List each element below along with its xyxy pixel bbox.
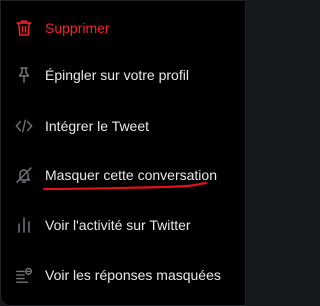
activity-icon (15, 216, 33, 234)
hidden-replies-icon (15, 266, 33, 284)
menu-item-label: Épingler sur votre profil (45, 67, 189, 83)
menu-item-pin-to-profile[interactable]: Épingler sur votre profil (0, 57, 246, 93)
pin-icon (15, 66, 33, 84)
menu-item-embed-tweet[interactable]: Intégrer le Tweet (0, 108, 246, 144)
menu-item-label: Supprimer (45, 20, 110, 36)
tweet-options-menu: Supprimer Épingler sur votre profil Inté… (0, 0, 246, 306)
menu-item-label: Voir les réponses masquées (45, 267, 221, 283)
red-underline-annotation (42, 181, 208, 191)
menu-item-view-hidden-replies[interactable]: Voir les réponses masquées (0, 257, 246, 293)
menu-item-label: Voir l'activité sur Twitter (45, 217, 191, 233)
mute-icon (15, 166, 33, 184)
menu-item-label: Intégrer le Tweet (45, 118, 150, 134)
menu-item-view-activity[interactable]: Voir l'activité sur Twitter (0, 207, 246, 243)
menu-item-delete[interactable]: Supprimer (0, 10, 246, 46)
code-icon (15, 117, 33, 135)
trash-icon (15, 19, 33, 37)
